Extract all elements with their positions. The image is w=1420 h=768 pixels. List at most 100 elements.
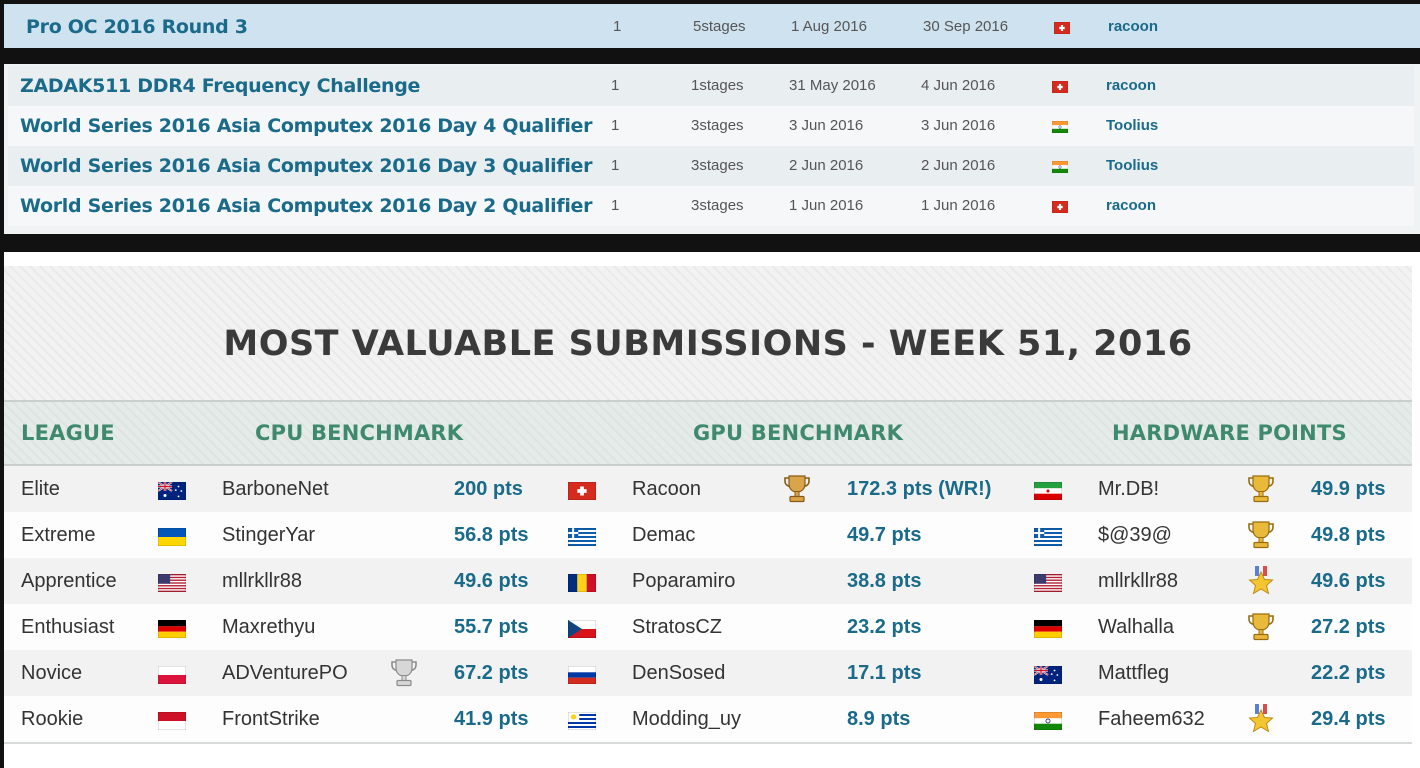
league-name: Apprentice: [21, 570, 117, 592]
competition-end-date: 2 Jun 2016: [921, 157, 996, 174]
cpu-username[interactable]: BarboneNet: [222, 466, 329, 512]
hw-points[interactable]: 49.8 pts: [1311, 512, 1385, 558]
competition-stages: 3stages: [691, 157, 744, 174]
mvs-panel: MOST VALUABLE SUBMISSIONS - WEEK 51, 201…: [4, 252, 1420, 768]
competition-start-date: 31 May 2016: [789, 77, 876, 94]
hw-username[interactable]: Mr.DB!: [1098, 466, 1159, 512]
hw-points[interactable]: 27.2 pts: [1311, 604, 1385, 650]
cpu-points[interactable]: 49.6 pts: [454, 558, 528, 604]
league-name: Rookie: [21, 708, 84, 730]
competition-stages: 3stages: [691, 117, 744, 134]
competition-start-date: 2 Jun 2016: [789, 157, 864, 174]
gpu-username[interactable]: StratosCZ: [632, 604, 722, 650]
gpu-username[interactable]: Poparamiro: [632, 558, 735, 604]
gold-trophy-icon: [1247, 474, 1275, 504]
competition-stages: 1stages: [691, 77, 744, 94]
mvs-row: Elite BarboneNet 200 pts Racoon 172.3 pts (W…: [4, 466, 1412, 512]
competition-winner[interactable]: Toolius: [1106, 146, 1158, 186]
star-medal-trophy-icon: [1247, 704, 1275, 734]
competition-name[interactable]: ZADAK511 DDR4 Frequency Challenge: [20, 66, 420, 106]
cpu-points[interactable]: 67.2 pts: [454, 650, 528, 696]
gold-trophy-icon: [1247, 520, 1275, 550]
switzerland-flag-icon: [1052, 200, 1068, 213]
cpu-points[interactable]: 200 pts: [454, 466, 523, 512]
mvs-row: Apprentice mllrkllr88 49.6 pts Poparamiro 38…: [4, 558, 1412, 604]
bronze-trophy-icon: [783, 474, 811, 504]
gpu-points[interactable]: 8.9 pts: [847, 696, 910, 742]
competition-name[interactable]: World Series 2016 Asia Computex 2016 Day…: [20, 146, 593, 186]
column-header-cpu: CPU BENCHMARK: [255, 421, 464, 445]
gpu-username[interactable]: Modding_uy: [632, 696, 741, 742]
mvs-title: MOST VALUABLE SUBMISSIONS - WEEK 51, 201…: [223, 324, 1193, 364]
switzerland-flag-icon: [1052, 80, 1068, 93]
hw-username[interactable]: $@39@: [1098, 512, 1172, 558]
gpu-points[interactable]: 172.3 pts (WR!): [847, 466, 991, 512]
gpu-points[interactable]: 17.1 pts: [847, 650, 921, 696]
gpu-points[interactable]: 23.2 pts: [847, 604, 921, 650]
iran-flag-icon: [1034, 482, 1062, 500]
germany-flag-icon: [1034, 620, 1062, 638]
gpu-points[interactable]: 49.7 pts: [847, 512, 921, 558]
competition-row[interactable]: ZADAK511 DDR4 Frequency Challenge 1 1stage…: [8, 66, 1414, 106]
gpu-username[interactable]: Racoon: [632, 466, 701, 512]
mvs-row: Extreme StingerYar 56.8 pts Demac 49.7 pts $@…: [4, 512, 1412, 558]
cpu-username[interactable]: ADVenturePO: [222, 650, 348, 696]
league-name: Enthusiast: [21, 616, 115, 638]
cpu-points[interactable]: 41.9 pts: [454, 696, 528, 742]
hw-username[interactable]: Faheem632: [1098, 696, 1205, 742]
cpu-username[interactable]: mllrkllr88: [222, 558, 302, 604]
mvs-header: MOST VALUABLE SUBMISSIONS - WEEK 51, 201…: [4, 266, 1412, 400]
league-name: Novice: [21, 662, 83, 684]
competition-count: 1: [611, 117, 620, 134]
cpu-points[interactable]: 55.7 pts: [454, 604, 528, 650]
silver-trophy-icon: [390, 658, 418, 688]
competition-winner[interactable]: racoon: [1106, 186, 1156, 226]
australia-flag-icon: [1033, 665, 1062, 684]
competition-name[interactable]: World Series 2016 Asia Computex 2016 Day…: [20, 186, 593, 226]
gold-trophy-icon: [1247, 612, 1275, 642]
hw-username[interactable]: Walhalla: [1098, 604, 1174, 650]
competition-start-date: 1 Aug 2016: [791, 18, 867, 35]
competition-row[interactable]: Pro OC 2016 Round 3 1 5stages 1 Aug 2016 30 …: [12, 7, 1414, 47]
cpu-points[interactable]: 56.8 pts: [454, 512, 528, 558]
column-header-gpu: GPU BENCHMARK: [693, 421, 904, 445]
competition-name[interactable]: Pro OC 2016 Round 3: [26, 7, 248, 47]
competition-end-date: 4 Jun 2016: [921, 77, 996, 94]
competition-winner[interactable]: racoon: [1106, 66, 1156, 106]
hw-username[interactable]: Mattfleg: [1098, 650, 1169, 696]
column-header-league: LEAGUE: [21, 421, 115, 445]
competition-start-date: 3 Jun 2016: [789, 117, 864, 134]
gpu-username[interactable]: Demac: [632, 512, 695, 558]
germany-flag-icon: [158, 620, 186, 638]
competition-stages: 5stages: [693, 18, 746, 35]
cpu-username[interactable]: Maxrethyu: [222, 604, 315, 650]
hw-username[interactable]: mllrkllr88: [1098, 558, 1178, 604]
competition-row[interactable]: World Series 2016 Asia Computex 2016 Day…: [8, 186, 1414, 226]
competition-row[interactable]: World Series 2016 Asia Computex 2016 Day…: [8, 106, 1414, 146]
competition-end-date: 1 Jun 2016: [921, 197, 996, 214]
gpu-username[interactable]: DenSosed: [632, 650, 725, 696]
competition-winner[interactable]: racoon: [1108, 7, 1158, 47]
cpu-username[interactable]: StingerYar: [222, 512, 315, 558]
competition-count: 1: [611, 197, 620, 214]
usa-flag-icon: [1034, 574, 1062, 592]
competition-name[interactable]: World Series 2016 Asia Computex 2016 Day…: [20, 106, 593, 146]
india-flag-icon: [1034, 712, 1062, 730]
switzerland-flag-icon: [1054, 21, 1070, 34]
competition-row[interactable]: World Series 2016 Asia Computex 2016 Day…: [8, 146, 1414, 186]
hw-points[interactable]: 49.6 pts: [1311, 558, 1385, 604]
gpu-points[interactable]: 38.8 pts: [847, 558, 921, 604]
usa-flag-icon: [158, 574, 186, 592]
competition-count: 1: [611, 157, 620, 174]
hw-points[interactable]: 29.4 pts: [1311, 696, 1385, 742]
mvs-column-headers: LEAGUE CPU BENCHMARK GPU BENCHMARK HARDW…: [4, 400, 1412, 466]
competition-winner[interactable]: Toolius: [1106, 106, 1158, 146]
australia-flag-icon: [157, 481, 186, 500]
hw-points[interactable]: 22.2 pts: [1311, 650, 1385, 696]
cpu-username[interactable]: FrontStrike: [222, 696, 320, 742]
switzerland-flag-icon: [568, 482, 596, 500]
competition-count: 1: [613, 18, 622, 35]
indonesia-flag-icon: [158, 712, 186, 730]
hw-points[interactable]: 49.9 pts: [1311, 466, 1385, 512]
romania-flag-icon: [568, 574, 596, 592]
